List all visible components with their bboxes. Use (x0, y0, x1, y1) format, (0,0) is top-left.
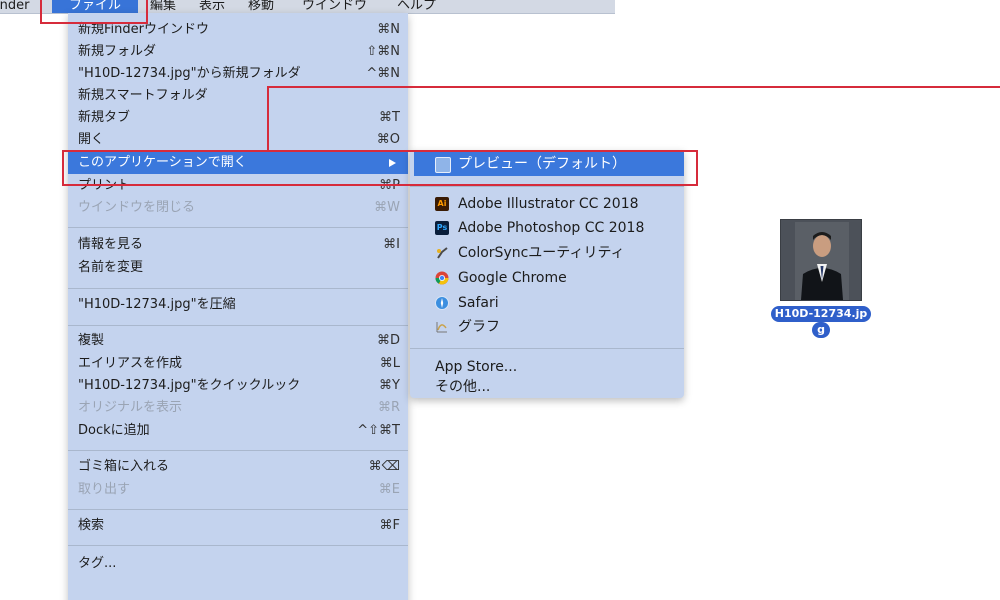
menu-item-shortcut: ⌘L (379, 356, 400, 371)
menu-separator (68, 545, 408, 546)
menu-item-label: 新規タブ (78, 110, 131, 125)
menu-item-add-to-dock[interactable]: Dockに追加 ^⇧⌘T (68, 420, 408, 442)
menu-item-shortcut: ^⇧⌘T (357, 423, 400, 438)
menu-item-shortcut: ⌘N (377, 22, 400, 37)
submenu-item-illustrator[interactable]: Ai Adobe Illustrator CC 2018 (410, 192, 684, 216)
submenu-item-colorsync[interactable]: ColorSyncユーティリティ (410, 241, 684, 265)
menubar-go[interactable]: 移動 (248, 0, 274, 14)
menu-item-label: 取り出す (78, 482, 131, 497)
menu-item-shortcut: ^⌘N (366, 66, 400, 81)
submenu-item-chrome[interactable]: Google Chrome (410, 266, 684, 290)
submenu-item-safari[interactable]: Safari (410, 291, 684, 315)
annotation-connector-vertical (267, 86, 269, 152)
menu-item-open[interactable]: 開く ⌘O (68, 129, 408, 151)
menu-item-shortcut: ⌘T (379, 110, 400, 125)
photoshop-icon: Ps (435, 221, 449, 235)
portrait-photo (795, 222, 849, 300)
submenu-item-app-store[interactable]: App Store... (410, 355, 684, 379)
submenu-separator (410, 186, 684, 187)
submenu-item-label: Google Chrome (458, 270, 567, 286)
menu-item-shortcut: ⌘R (377, 400, 400, 415)
menubar-help[interactable]: ヘルプ (397, 0, 436, 14)
menu-item-new-folder-from-selection[interactable]: "H10D-12734.jpg"から新規フォルダ ^⌘N (68, 63, 408, 85)
submenu-item-label: ColorSyncユーティリティ (458, 245, 625, 261)
menu-item-label: 新規スマートフォルダ (78, 88, 208, 103)
submenu-item-grapher[interactable]: グラフ (410, 315, 684, 339)
screen: inder ファイル 編集 表示 移動 ウインドウ ヘルプ 新規Finderウイ… (0, 0, 1000, 600)
menu-item-move-to-trash[interactable]: ゴミ箱に入れる ⌘⌫ (68, 456, 408, 478)
menu-item-new-tab[interactable]: 新規タブ ⌘T (68, 107, 408, 129)
menu-item-shortcut: ⌘W (374, 200, 400, 215)
annotation-box-open-with (62, 150, 698, 186)
menu-item-label: "H10D-12734.jpg"をクイックルック (78, 378, 301, 393)
menu-item-get-info[interactable]: 情報を見る ⌘I (68, 234, 408, 256)
menu-separator (68, 227, 408, 228)
menubar-window[interactable]: ウインドウ (302, 0, 367, 14)
open-with-submenu: プレビュー（デフォルト） Ai Adobe Illustrator CC 201… (410, 150, 684, 398)
menu-item-show-original: オリジナルを表示 ⌘R (68, 397, 408, 419)
colorsync-icon (435, 246, 449, 260)
menubar-app-name[interactable]: inder (0, 0, 29, 14)
annotation-connector-horizontal (267, 86, 1000, 88)
menu-item-label: 名前を変更 (78, 260, 144, 275)
menu-item-tags[interactable]: タグ... (68, 553, 408, 575)
menu-item-quick-look[interactable]: "H10D-12734.jpg"をクイックルック ⌘Y (68, 375, 408, 397)
file-name-line-2: g (812, 322, 830, 338)
menu-item-rename[interactable]: 名前を変更 (68, 257, 408, 279)
menu-item-label: "H10D-12734.jpg"から新規フォルダ (78, 66, 301, 81)
menu-item-shortcut: ⌘I (383, 237, 400, 252)
file-name-line-1: H10D-12734.jp (770, 306, 872, 322)
menu-item-find[interactable]: 検索 ⌘F (68, 515, 408, 537)
menu-item-compress[interactable]: "H10D-12734.jpg"を圧縮 (68, 294, 408, 316)
menu-item-eject: 取り出す ⌘E (68, 479, 408, 501)
menu-separator (68, 288, 408, 289)
menubar-edit[interactable]: 編集 (150, 0, 176, 14)
chrome-icon (435, 271, 449, 285)
submenu-item-label: グラフ (458, 319, 500, 335)
menu-item-label: ゴミ箱に入れる (78, 459, 170, 474)
menu-item-label: Dockに追加 (78, 423, 150, 438)
submenu-separator (410, 348, 684, 349)
submenu-item-label: Safari (458, 295, 499, 311)
menu-item-label: 新規フォルダ (78, 44, 157, 59)
menu-item-label: 開く (78, 132, 105, 147)
menu-item-shortcut: ⌘E (378, 482, 400, 497)
submenu-item-photoshop[interactable]: Ps Adobe Photoshop CC 2018 (410, 216, 684, 240)
menu-item-label: タグ... (78, 556, 117, 571)
menubar-view[interactable]: 表示 (199, 0, 225, 14)
menu-item-label: 複製 (78, 333, 105, 348)
menu-item-shortcut: ⌘Y (379, 378, 400, 393)
menu-item-label: 情報を見る (78, 237, 144, 252)
menu-item-label: ウインドウを閉じる (78, 200, 196, 215)
menu-item-label: "H10D-12734.jpg"を圧縮 (78, 297, 236, 312)
submenu-item-other[interactable]: その他... (410, 377, 684, 397)
annotation-box-file-menu (40, 0, 148, 24)
menu-item-label: オリジナルを表示 (78, 400, 183, 415)
submenu-item-label: Adobe Photoshop CC 2018 (458, 220, 645, 236)
illustrator-icon: Ai (435, 197, 449, 211)
menu-item-shortcut: ⌘F (379, 518, 400, 533)
menu-item-label: 検索 (78, 518, 105, 533)
menu-item-new-smart-folder[interactable]: 新規スマートフォルダ (68, 85, 408, 107)
menu-item-shortcut: ⌘O (376, 132, 400, 147)
menu-separator (68, 450, 408, 451)
file-name-label[interactable]: H10D-12734.jp g (762, 306, 880, 338)
menu-item-close-window: ウインドウを閉じる ⌘W (68, 197, 408, 219)
menu-separator (68, 325, 408, 326)
submenu-item-label: その他... (435, 379, 491, 395)
menu-separator (68, 509, 408, 510)
menu-item-shortcut: ⌘D (376, 333, 400, 348)
menu-item-shortcut: ⌘⌫ (368, 459, 400, 474)
grapher-icon (435, 320, 449, 334)
menu-item-shortcut: ⇧⌘N (366, 44, 400, 59)
menu-item-duplicate[interactable]: 複製 ⌘D (68, 330, 408, 352)
menu-item-new-folder[interactable]: 新規フォルダ ⇧⌘N (68, 41, 408, 63)
menu-item-label: エイリアスを作成 (78, 356, 183, 371)
submenu-item-label: Adobe Illustrator CC 2018 (458, 196, 639, 212)
safari-icon (435, 296, 449, 310)
menu-item-make-alias[interactable]: エイリアスを作成 ⌘L (68, 353, 408, 375)
submenu-item-label: App Store... (435, 359, 518, 375)
file-thumbnail[interactable] (780, 219, 862, 301)
file-menu: 新規Finderウインドウ ⌘N 新規フォルダ ⇧⌘N "H10D-12734.… (68, 13, 408, 600)
